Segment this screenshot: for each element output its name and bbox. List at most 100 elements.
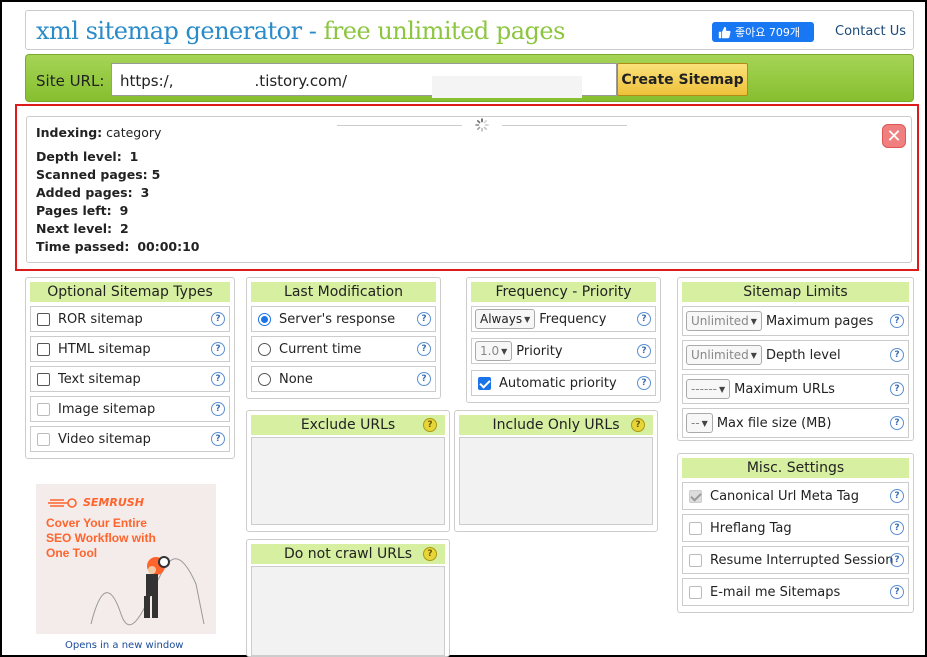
help-icon[interactable]: ? <box>890 553 904 567</box>
frequency-row: Always ▼ Frequency ? <box>471 306 656 332</box>
help-icon[interactable]: ? <box>211 432 225 446</box>
facebook-like-button[interactable]: 좋아요 709개 <box>712 22 814 42</box>
depth-level-select[interactable]: Unlimited ▼ <box>686 345 762 365</box>
max-pages-select[interactable]: Unlimited ▼ <box>686 311 762 331</box>
progress-panel: Indexing: category Depth level: 1 Scanne… <box>26 116 912 263</box>
server-response-option[interactable]: Server's response? <box>251 306 436 332</box>
help-icon[interactable]: ? <box>637 344 651 358</box>
help-icon[interactable]: ? <box>417 372 431 386</box>
resume-session-option[interactable]: Resume Interrupted Session? <box>682 546 909 574</box>
frequency-label: Frequency <box>539 311 607 327</box>
max-urls-select[interactable]: ------ ▼ <box>686 379 731 399</box>
exclude-urls-textarea[interactable] <box>251 437 445 525</box>
help-icon[interactable]: ? <box>211 372 225 386</box>
email-checkbox[interactable] <box>689 585 702 599</box>
semrush-brand: SEMRUSH <box>46 496 144 509</box>
site-url-label: Site URL: <box>36 72 105 90</box>
sitemap-limits-panel: Sitemap Limits Unlimited ▼ Maximum pages?… <box>677 277 914 441</box>
help-icon[interactable]: ? <box>423 418 437 432</box>
create-sitemap-button[interactable]: Create Sitemap <box>617 63 748 96</box>
image-sitemap-option[interactable]: Image sitemap? <box>30 396 230 422</box>
help-icon[interactable]: ? <box>211 312 225 326</box>
current-time-option[interactable]: Current time? <box>251 336 436 362</box>
help-icon[interactable]: ? <box>890 382 904 396</box>
close-icon[interactable]: ✕ <box>882 124 906 148</box>
video-sitemap-option[interactable]: Video sitemap? <box>30 426 230 452</box>
none-option[interactable]: None? <box>251 366 436 392</box>
none-radio[interactable] <box>258 372 271 386</box>
max-file-size-select[interactable]: -- ▼ <box>686 413 713 433</box>
do-not-crawl-textarea[interactable] <box>251 566 445 656</box>
video-checkbox[interactable] <box>37 432 50 446</box>
help-icon[interactable]: ? <box>637 376 651 390</box>
hreflang-option[interactable]: Hreflang Tag? <box>682 514 909 542</box>
limits-title: Sitemap Limits <box>682 282 909 302</box>
server-response-radio[interactable] <box>258 312 271 326</box>
hreflang-checkbox[interactable] <box>689 521 702 535</box>
contact-us-link[interactable]: Contact Us <box>835 24 906 39</box>
include-only-urls-textarea[interactable] <box>459 437 653 525</box>
include-only-urls-panel: Include Only URLs? <box>454 410 658 532</box>
text-checkbox[interactable] <box>37 372 50 386</box>
automatic-priority-option[interactable]: Automatic priority ? <box>471 370 656 396</box>
help-icon[interactable]: ? <box>890 489 904 503</box>
help-icon[interactable]: ? <box>890 585 904 599</box>
divider <box>337 125 462 126</box>
divider <box>502 125 627 126</box>
ror-sitemap-option[interactable]: ROR sitemap? <box>30 306 230 332</box>
optional-types-title: Optional Sitemap Types <box>30 282 230 302</box>
image-checkbox[interactable] <box>37 402 50 416</box>
ad-new-window-link[interactable]: Opens in a new window <box>65 640 184 651</box>
chevron-down-icon: ▼ <box>701 418 708 428</box>
title-part2: free unlimited pages <box>323 17 565 45</box>
canonical-checkbox[interactable] <box>689 489 702 503</box>
misc-settings-panel: Misc. Settings Canonical Url Meta Tag? H… <box>677 453 914 613</box>
frequency-select[interactable]: Always ▼ <box>475 309 536 329</box>
current-time-radio[interactable] <box>258 342 271 356</box>
title-separator: - <box>301 17 324 45</box>
semrush-ad[interactable]: SEMRUSH Cover Your Entire SEO Workflow w… <box>36 484 216 634</box>
help-icon[interactable]: ? <box>890 416 904 430</box>
help-icon[interactable]: ? <box>637 312 651 326</box>
automatic-priority-checkbox[interactable] <box>478 376 491 390</box>
stat-pages-left: Pages left: 9 <box>36 203 129 218</box>
help-icon[interactable]: ? <box>423 547 437 561</box>
ror-checkbox[interactable] <box>37 312 50 326</box>
priority-label: Priority <box>516 343 563 359</box>
stat-added-pages: Added pages: 3 <box>36 185 150 200</box>
html-sitemap-option[interactable]: HTML sitemap? <box>30 336 230 362</box>
help-icon[interactable]: ? <box>417 342 431 356</box>
chevron-down-icon: ▼ <box>750 350 757 360</box>
loading-spinner-icon <box>462 118 502 132</box>
title-part1: xml sitemap generator <box>36 17 302 45</box>
html-checkbox[interactable] <box>37 342 50 356</box>
text-sitemap-option[interactable]: Text sitemap? <box>30 366 230 392</box>
last-mod-title: Last Modification <box>251 282 436 302</box>
site-url-input[interactable]: https:/, .tistory.com/ <box>111 63 617 98</box>
email-sitemaps-option[interactable]: E-mail me Sitemaps? <box>682 578 909 606</box>
help-icon[interactable]: ? <box>890 314 904 328</box>
canonical-url-option[interactable]: Canonical Url Meta Tag? <box>682 482 909 510</box>
do-not-crawl-title: Do not crawl URLs? <box>251 544 445 564</box>
misc-title: Misc. Settings <box>682 458 909 478</box>
stat-next-level: Next level: 2 <box>36 221 129 236</box>
priority-row: 1.0 ▼ Priority ? <box>471 338 656 364</box>
site-logo[interactable]: xml sitemap generator - free unlimited p… <box>36 17 565 45</box>
help-icon[interactable]: ? <box>631 418 645 432</box>
help-icon[interactable]: ? <box>890 521 904 535</box>
indexing-status: Indexing: category <box>36 125 161 140</box>
do-not-crawl-urls-panel: Do not crawl URLs? <box>246 539 450 657</box>
help-icon[interactable]: ? <box>417 312 431 326</box>
exclude-urls-panel: Exclude URLs? <box>246 410 450 532</box>
header-bar: xml sitemap generator - free unlimited p… <box>25 10 914 50</box>
indexing-value: category <box>106 125 162 140</box>
resume-checkbox[interactable] <box>689 553 702 567</box>
chevron-down-icon: ▼ <box>501 346 508 356</box>
indexing-label: Indexing: <box>36 125 103 140</box>
priority-select[interactable]: 1.0 ▼ <box>475 341 513 361</box>
chevron-down-icon: ▼ <box>750 316 757 326</box>
help-icon[interactable]: ? <box>211 342 225 356</box>
help-icon[interactable]: ? <box>211 402 225 416</box>
stat-scanned-pages: Scanned pages: 5 <box>36 167 161 182</box>
help-icon[interactable]: ? <box>890 348 904 362</box>
